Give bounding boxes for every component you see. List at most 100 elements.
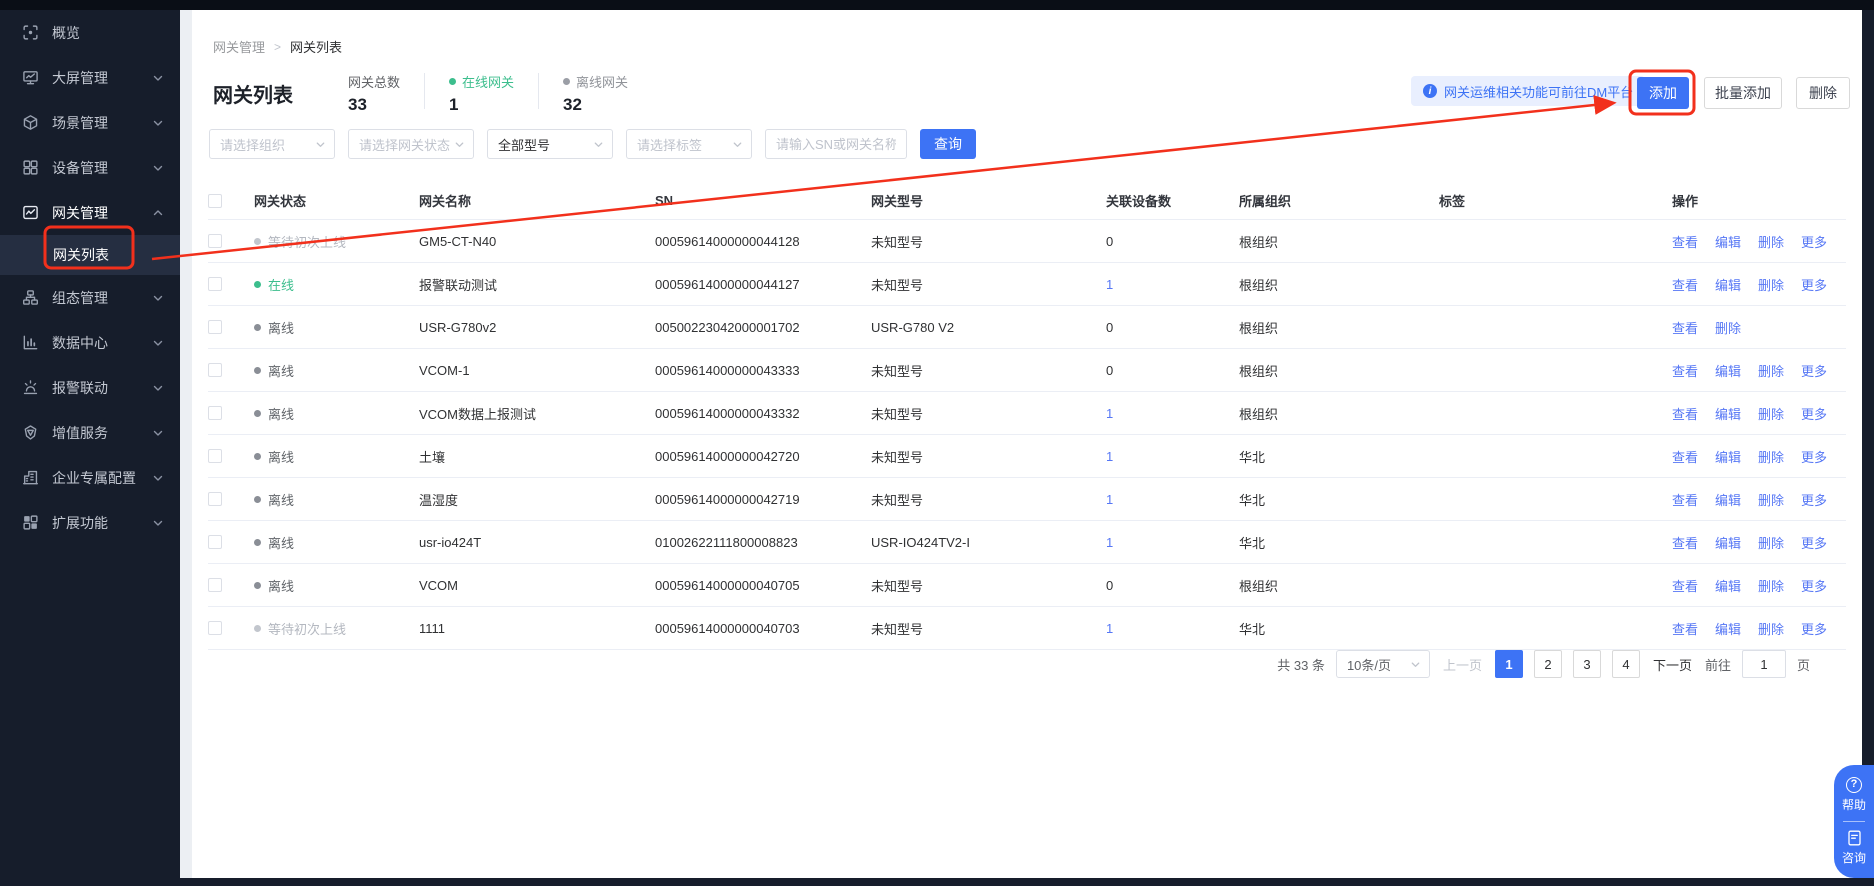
org-select[interactable]: 请选择组织 xyxy=(209,129,335,159)
gateway-status-select[interactable]: 请选择网关状态 xyxy=(348,129,474,159)
edit-link[interactable]: 编辑 xyxy=(1715,232,1741,251)
view-link[interactable]: 查看 xyxy=(1672,576,1698,595)
view-link[interactable]: 查看 xyxy=(1672,404,1698,423)
stat-total-value: 33 xyxy=(348,95,400,115)
sidebar-item-device-management[interactable]: 设备管理 xyxy=(0,145,180,190)
linked-devices-count[interactable]: 1 xyxy=(1106,621,1113,636)
row-checkbox[interactable] xyxy=(208,449,222,463)
delete-link[interactable]: 删除 xyxy=(1758,447,1784,466)
more-link[interactable]: 更多 xyxy=(1801,232,1827,251)
sidebar-item-alarm-linkage[interactable]: 报警联动 xyxy=(0,365,180,410)
page-button-3[interactable]: 3 xyxy=(1573,650,1601,678)
batch-add-button[interactable]: 批量添加 xyxy=(1704,77,1782,109)
delete-link[interactable]: 删除 xyxy=(1758,361,1784,380)
consult-button[interactable]: 咨询 xyxy=(1842,849,1866,866)
sn-search-input[interactable] xyxy=(765,129,907,159)
edit-link[interactable]: 编辑 xyxy=(1715,490,1741,509)
goto-page-input[interactable] xyxy=(1742,650,1786,678)
row-checkbox[interactable] xyxy=(208,492,222,506)
sidebar-item-data-center[interactable]: 数据中心 xyxy=(0,320,180,365)
view-link[interactable]: 查看 xyxy=(1672,318,1698,337)
sidebar-item-value-added-services[interactable]: 增值服务 xyxy=(0,410,180,455)
linked-devices-count[interactable]: 1 xyxy=(1106,535,1113,550)
more-link[interactable]: 更多 xyxy=(1801,490,1827,509)
more-link[interactable]: 更多 xyxy=(1801,576,1827,595)
row-checkbox[interactable] xyxy=(208,578,222,592)
sidebar-item-label: 企业专属配置 xyxy=(52,468,136,488)
view-link[interactable]: 查看 xyxy=(1672,533,1698,552)
help-question-icon[interactable]: ? xyxy=(1846,777,1862,793)
delete-link[interactable]: 删除 xyxy=(1758,533,1784,552)
query-button[interactable]: 查询 xyxy=(920,129,976,159)
view-link[interactable]: 查看 xyxy=(1672,619,1698,638)
page-button-1[interactable]: 1 xyxy=(1495,650,1523,678)
more-link[interactable]: 更多 xyxy=(1801,533,1827,552)
page-size-select[interactable]: 10条/页 xyxy=(1336,650,1430,678)
breadcrumb-item-gateway-management[interactable]: 网关管理 xyxy=(213,37,265,56)
more-link[interactable]: 更多 xyxy=(1801,361,1827,380)
edit-link[interactable]: 编辑 xyxy=(1715,404,1741,423)
delete-link[interactable]: 删除 xyxy=(1715,318,1741,337)
more-link[interactable]: 更多 xyxy=(1801,404,1827,423)
edit-link[interactable]: 编辑 xyxy=(1715,576,1741,595)
more-link[interactable]: 更多 xyxy=(1801,447,1827,466)
edit-link[interactable]: 编辑 xyxy=(1715,361,1741,380)
linked-devices-count[interactable]: 1 xyxy=(1106,277,1113,292)
consult-doc-icon[interactable] xyxy=(1847,830,1862,846)
edit-link[interactable]: 编辑 xyxy=(1715,275,1741,294)
row-checkbox[interactable] xyxy=(208,621,222,635)
delete-button[interactable]: 删除 xyxy=(1796,77,1850,109)
sidebar-item-configuration-management[interactable]: 组态管理 xyxy=(0,275,180,320)
row-checkbox[interactable] xyxy=(208,363,222,377)
cell-sn: 00059614000000043333 xyxy=(655,363,871,378)
row-checkbox[interactable] xyxy=(208,406,222,420)
row-checkbox[interactable] xyxy=(208,535,222,549)
linked-devices-count[interactable]: 1 xyxy=(1106,449,1113,464)
delete-link[interactable]: 删除 xyxy=(1758,619,1784,638)
linked-devices-count[interactable]: 1 xyxy=(1106,406,1113,421)
status-dot xyxy=(254,453,261,460)
chevron-down-icon xyxy=(152,117,164,129)
dm-platform-notice[interactable]: i 网关运维相关功能可前往DM平台 xyxy=(1411,76,1645,106)
row-checkbox[interactable] xyxy=(208,234,222,248)
linked-devices-count[interactable]: 1 xyxy=(1106,492,1113,507)
view-link[interactable]: 查看 xyxy=(1672,361,1698,380)
edit-link[interactable]: 编辑 xyxy=(1715,619,1741,638)
tag-select[interactable]: 请选择标签 xyxy=(626,129,752,159)
help-button[interactable]: 帮助 xyxy=(1842,796,1866,813)
sidebar-item-extensions[interactable]: 扩展功能 xyxy=(0,500,180,545)
sidebar-item-scene-management[interactable]: 场景管理 xyxy=(0,100,180,145)
sidebar-item-gateway-management[interactable]: 网关管理 xyxy=(0,190,180,235)
next-page-button[interactable]: 下一页 xyxy=(1653,655,1692,674)
delete-link[interactable]: 删除 xyxy=(1758,232,1784,251)
delete-link[interactable]: 删除 xyxy=(1758,404,1784,423)
delete-link[interactable]: 删除 xyxy=(1758,275,1784,294)
scene-icon xyxy=(22,114,39,131)
page-button-2[interactable]: 2 xyxy=(1534,650,1562,678)
select-all-checkbox[interactable] xyxy=(208,194,222,208)
delete-link[interactable]: 删除 xyxy=(1758,576,1784,595)
more-link[interactable]: 更多 xyxy=(1801,619,1827,638)
sidebar-item-enterprise-config[interactable]: 企业专属配置 xyxy=(0,455,180,500)
model-select[interactable]: 全部型号 xyxy=(487,129,613,159)
row-checkbox[interactable] xyxy=(208,277,222,291)
sidebar-subitem-gateway-list[interactable]: 网关列表 xyxy=(0,235,180,275)
chevron-down-icon xyxy=(454,139,465,150)
cell-gateway-status: 离线 xyxy=(254,318,419,337)
row-checkbox[interactable] xyxy=(208,320,222,334)
more-link[interactable]: 更多 xyxy=(1801,275,1827,294)
view-link[interactable]: 查看 xyxy=(1672,447,1698,466)
edit-link[interactable]: 编辑 xyxy=(1715,447,1741,466)
delete-link[interactable]: 删除 xyxy=(1758,490,1784,509)
stat-online-label: 在线网关 xyxy=(449,72,514,91)
view-link[interactable]: 查看 xyxy=(1672,490,1698,509)
page-button-4[interactable]: 4 xyxy=(1612,650,1640,678)
sidebar-item-overview[interactable]: 概览 xyxy=(0,10,180,55)
sidebar-item-screen-management[interactable]: 大屏管理 xyxy=(0,55,180,100)
cell-sn: 00500223042000001702 xyxy=(655,320,871,335)
view-link[interactable]: 查看 xyxy=(1672,232,1698,251)
view-link[interactable]: 查看 xyxy=(1672,275,1698,294)
prev-page-button[interactable]: 上一页 xyxy=(1443,655,1482,674)
add-button[interactable]: 添加 xyxy=(1637,77,1689,109)
edit-link[interactable]: 编辑 xyxy=(1715,533,1741,552)
